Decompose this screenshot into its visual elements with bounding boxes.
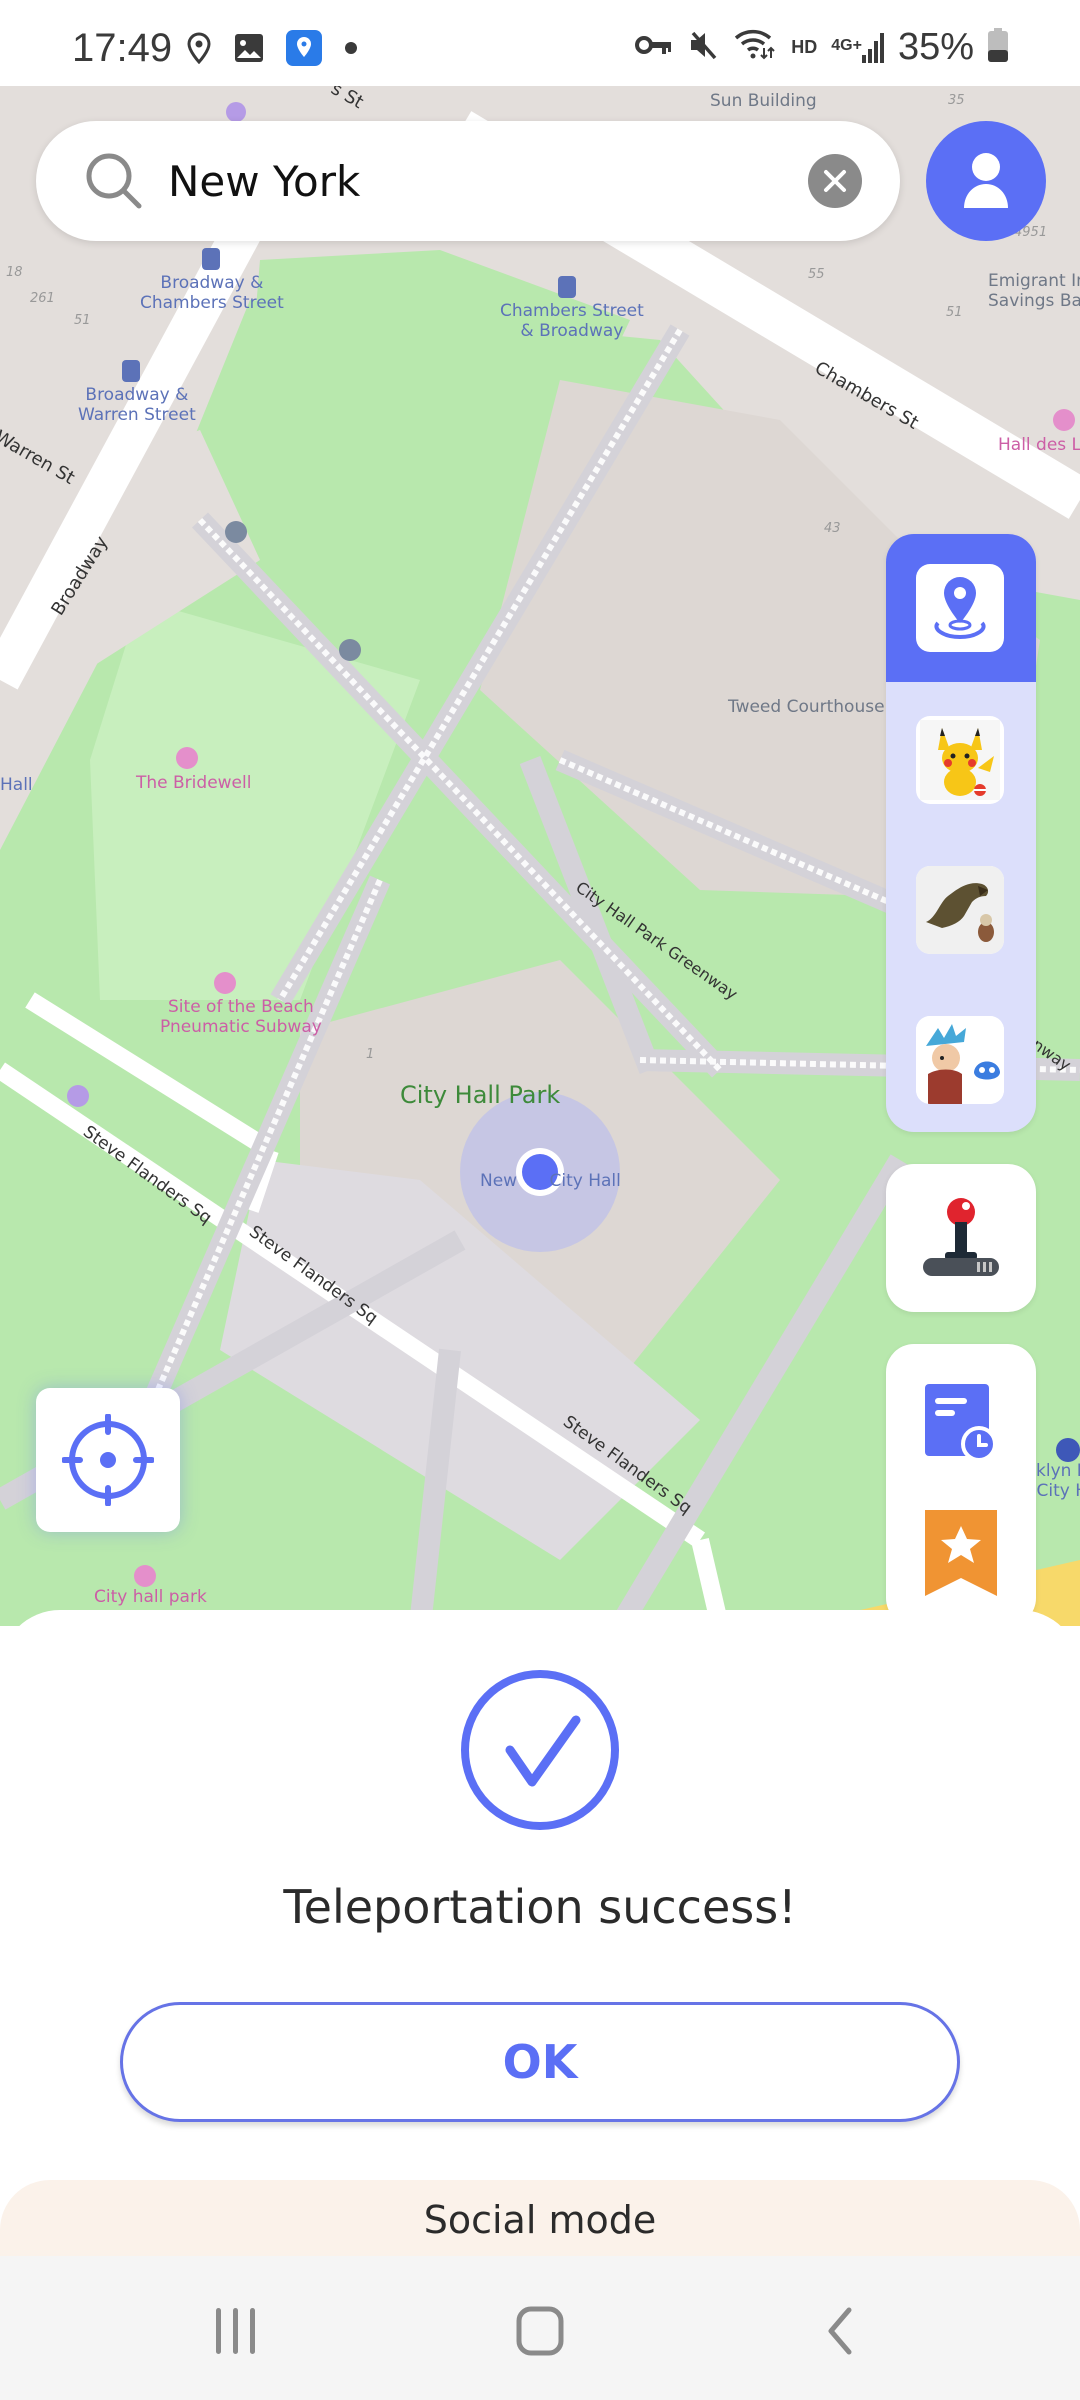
- map-label-number: 43: [824, 521, 841, 536]
- history-favorites-group: [886, 1344, 1036, 1626]
- map-label-tweed-courthouse: Tweed Courthouse: [728, 697, 885, 717]
- crosshair-icon: [62, 1414, 154, 1506]
- status-time: 17:49: [72, 26, 173, 70]
- user-icon: [964, 153, 1008, 208]
- ok-button[interactable]: OK: [120, 2002, 960, 2122]
- map-label-bridewell: The Bridewell: [136, 773, 252, 793]
- map-label-brooklyn-bridge: klyn B City H: [1036, 1461, 1080, 1501]
- map-label-broadway-chambers: Broadway & Chambers Street: [140, 273, 284, 313]
- my-location-button[interactable]: [36, 1388, 180, 1532]
- favorites-icon: [925, 1510, 997, 1596]
- map-label-beach-subway: Site of the Beach Pneumatic Subway: [160, 997, 322, 1037]
- home-icon: [516, 2306, 564, 2356]
- pikachu-game-icon: [920, 720, 1000, 800]
- map-label-city-hall-park: City Hall Park: [400, 1081, 561, 1109]
- wifi-icon: [733, 28, 777, 67]
- clear-search-button[interactable]: [808, 154, 862, 208]
- app-location-icon: [286, 30, 322, 71]
- signal-indicator: 4G+: [831, 32, 884, 63]
- map-label-sun-building: Sun Building: [710, 91, 817, 111]
- success-message: Teleportation success!: [283, 1880, 797, 1934]
- system-nav-bar: [0, 2256, 1080, 2400]
- game-mode-panel: [886, 534, 1036, 1132]
- game-dragon-quest-button[interactable]: [916, 1016, 1004, 1104]
- map-label-number: 35: [948, 93, 965, 108]
- profile-button[interactable]: [926, 121, 1046, 241]
- teleport-mode-button[interactable]: [916, 564, 1004, 652]
- battery-icon: [988, 28, 1008, 67]
- back-icon: [828, 2307, 852, 2355]
- map-label-number: 51: [74, 313, 91, 328]
- search-input[interactable]: [168, 147, 808, 215]
- map-label-hall: Hall: [0, 775, 33, 795]
- map-label-number: 18: [6, 265, 23, 280]
- search-icon: [84, 151, 144, 211]
- map-label-hall-des: Hall des Lu: [998, 435, 1080, 455]
- mute-icon: [687, 29, 719, 66]
- back-button[interactable]: [800, 2296, 880, 2366]
- map-label-broadway-warren: Broadway & Warren Street: [78, 385, 196, 425]
- gallery-icon: [234, 33, 264, 68]
- hd-voice-indicator: HD: [791, 37, 818, 57]
- signal-bars-icon: [861, 32, 884, 63]
- map-label-chambers-broadway: Chambers Street & Broadway: [500, 301, 644, 341]
- social-mode-tab[interactable]: Social mode: [0, 2180, 1080, 2260]
- success-check-icon: [461, 1670, 619, 1830]
- teleport-success-sheet: Teleportation success! OK: [0, 1610, 1080, 2260]
- close-icon: [824, 170, 846, 192]
- map-label-city-hall-park-poi: City hall park: [94, 1587, 207, 1607]
- favorites-button[interactable]: [925, 1510, 997, 1601]
- monster-game-icon: [916, 866, 1004, 954]
- history-icon: [925, 1384, 997, 1462]
- search-bar[interactable]: [36, 121, 900, 241]
- location-pin-icon: [186, 32, 212, 69]
- teleport-icon: [934, 577, 986, 640]
- recents-icon: [216, 2308, 255, 2354]
- home-button[interactable]: [500, 2296, 580, 2366]
- dragon-quest-game-icon: [916, 1016, 1004, 1104]
- network-type: 4G+: [831, 36, 862, 54]
- status-bar: 17:49 HD 4G+ 35%: [0, 0, 1080, 86]
- recent-apps-button[interactable]: [196, 2296, 276, 2366]
- notification-dot-icon: [344, 41, 358, 60]
- game-monster-hunter-button[interactable]: [916, 866, 1004, 954]
- map-label-number: 51: [946, 305, 963, 320]
- history-button[interactable]: [921, 1382, 1001, 1467]
- joystick-button[interactable]: [886, 1164, 1036, 1312]
- game-pokemon-go-button[interactable]: [916, 716, 1004, 804]
- battery-percent: 35%: [897, 26, 974, 68]
- joystick-icon: [923, 1198, 999, 1276]
- map-label-number: 1: [366, 1047, 375, 1062]
- map-label-number: 55: [808, 267, 825, 282]
- map-label-new-city-hall: New City Hall: [480, 1171, 621, 1191]
- vpn-key-icon: [635, 33, 673, 62]
- map-label-number: 261: [30, 291, 55, 306]
- map-label-emigrant-bank: Emigrant In Savings Bank: [988, 271, 1080, 311]
